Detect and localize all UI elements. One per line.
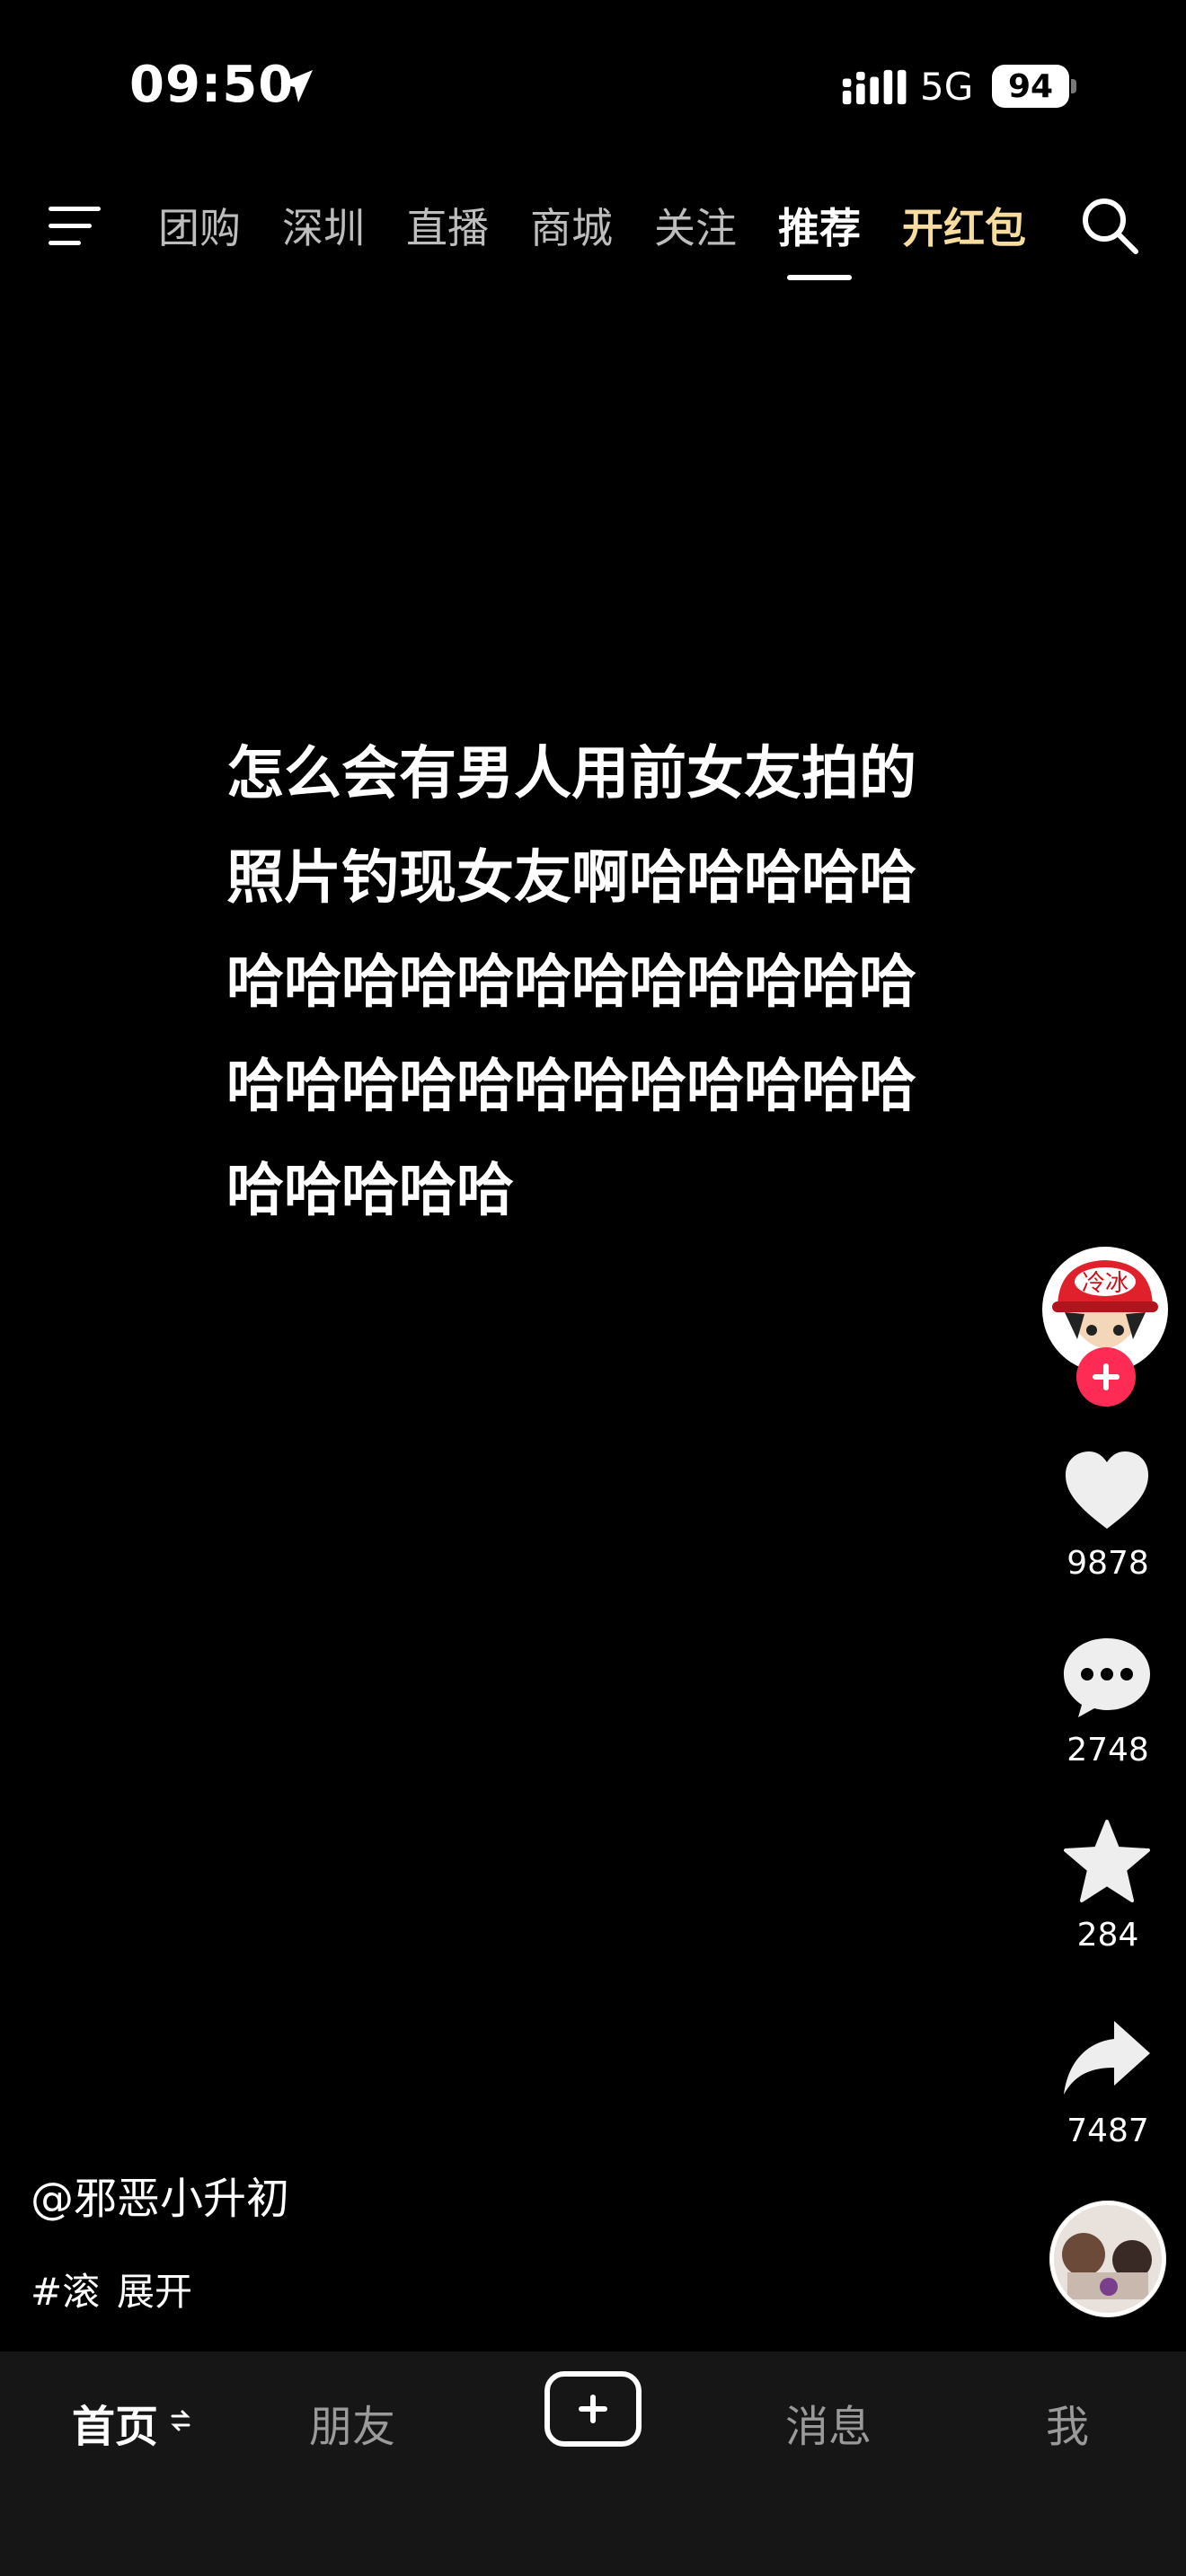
favorite-star-icon[interactable] — [1060, 1818, 1154, 1904]
like-heart-icon[interactable] — [1060, 1448, 1154, 1534]
expand-caption-button[interactable]: 展开 — [117, 2262, 192, 2316]
search-icon[interactable] — [1078, 194, 1141, 257]
like-count: 9878 — [1067, 1545, 1149, 1582]
tab-red-packet[interactable]: 开红包 — [902, 196, 1026, 255]
nav-home[interactable]: 首页 — [72, 2391, 158, 2454]
nav-messages[interactable]: 消息 — [785, 2391, 872, 2454]
hashtag-link[interactable]: #滚 — [31, 2262, 100, 2316]
network-type: 5G — [920, 65, 974, 109]
create-post-button[interactable] — [544, 2371, 642, 2447]
tab-following[interactable]: 关注 — [654, 196, 737, 255]
swap-arrows-icon — [171, 2410, 190, 2431]
share-arrow-icon[interactable] — [1060, 2016, 1154, 2102]
share-count: 7487 — [1067, 2113, 1149, 2149]
battery-tip — [1071, 79, 1076, 93]
nav-friends[interactable]: 朋友 — [309, 2391, 395, 2454]
tab-group-buy[interactable]: 团购 — [158, 196, 241, 255]
follow-button[interactable] — [1076, 1347, 1136, 1407]
favorite-count: 284 — [1076, 1917, 1139, 1954]
menu-icon[interactable] — [47, 203, 104, 250]
tab-recommended[interactable]: 推荐 — [778, 196, 861, 255]
battery-indicator: 94 — [992, 65, 1069, 108]
signal-strength-icon — [842, 69, 907, 105]
tab-mall[interactable]: 商城 — [530, 196, 613, 255]
author-name[interactable]: @邪恶小升初 — [31, 2163, 289, 2226]
post-text: 怎么会有男人用前女友拍的照片钓现女友啊哈哈哈哈哈哈哈哈哈哈哈哈哈哈哈哈哈哈哈哈哈… — [226, 741, 916, 1224]
music-disc[interactable] — [1049, 2201, 1166, 2317]
plus-icon — [1093, 1363, 1120, 1390]
active-tab-indicator — [787, 275, 852, 280]
nav-me[interactable]: 我 — [1046, 2391, 1089, 2454]
avatar-badge-text: 冷冰 — [1082, 1270, 1128, 1297]
music-cover-image — [1049, 2201, 1166, 2317]
comment-icon[interactable] — [1060, 1633, 1154, 1719]
location-arrow-icon — [280, 70, 313, 102]
tab-live[interactable]: 直播 — [406, 196, 489, 255]
tab-shenzhen[interactable]: 深圳 — [282, 196, 365, 255]
comment-count: 2748 — [1067, 1732, 1149, 1769]
plus-icon — [579, 2395, 607, 2423]
status-time: 09:50 — [129, 56, 295, 114]
battery-level: 94 — [1007, 67, 1054, 105]
